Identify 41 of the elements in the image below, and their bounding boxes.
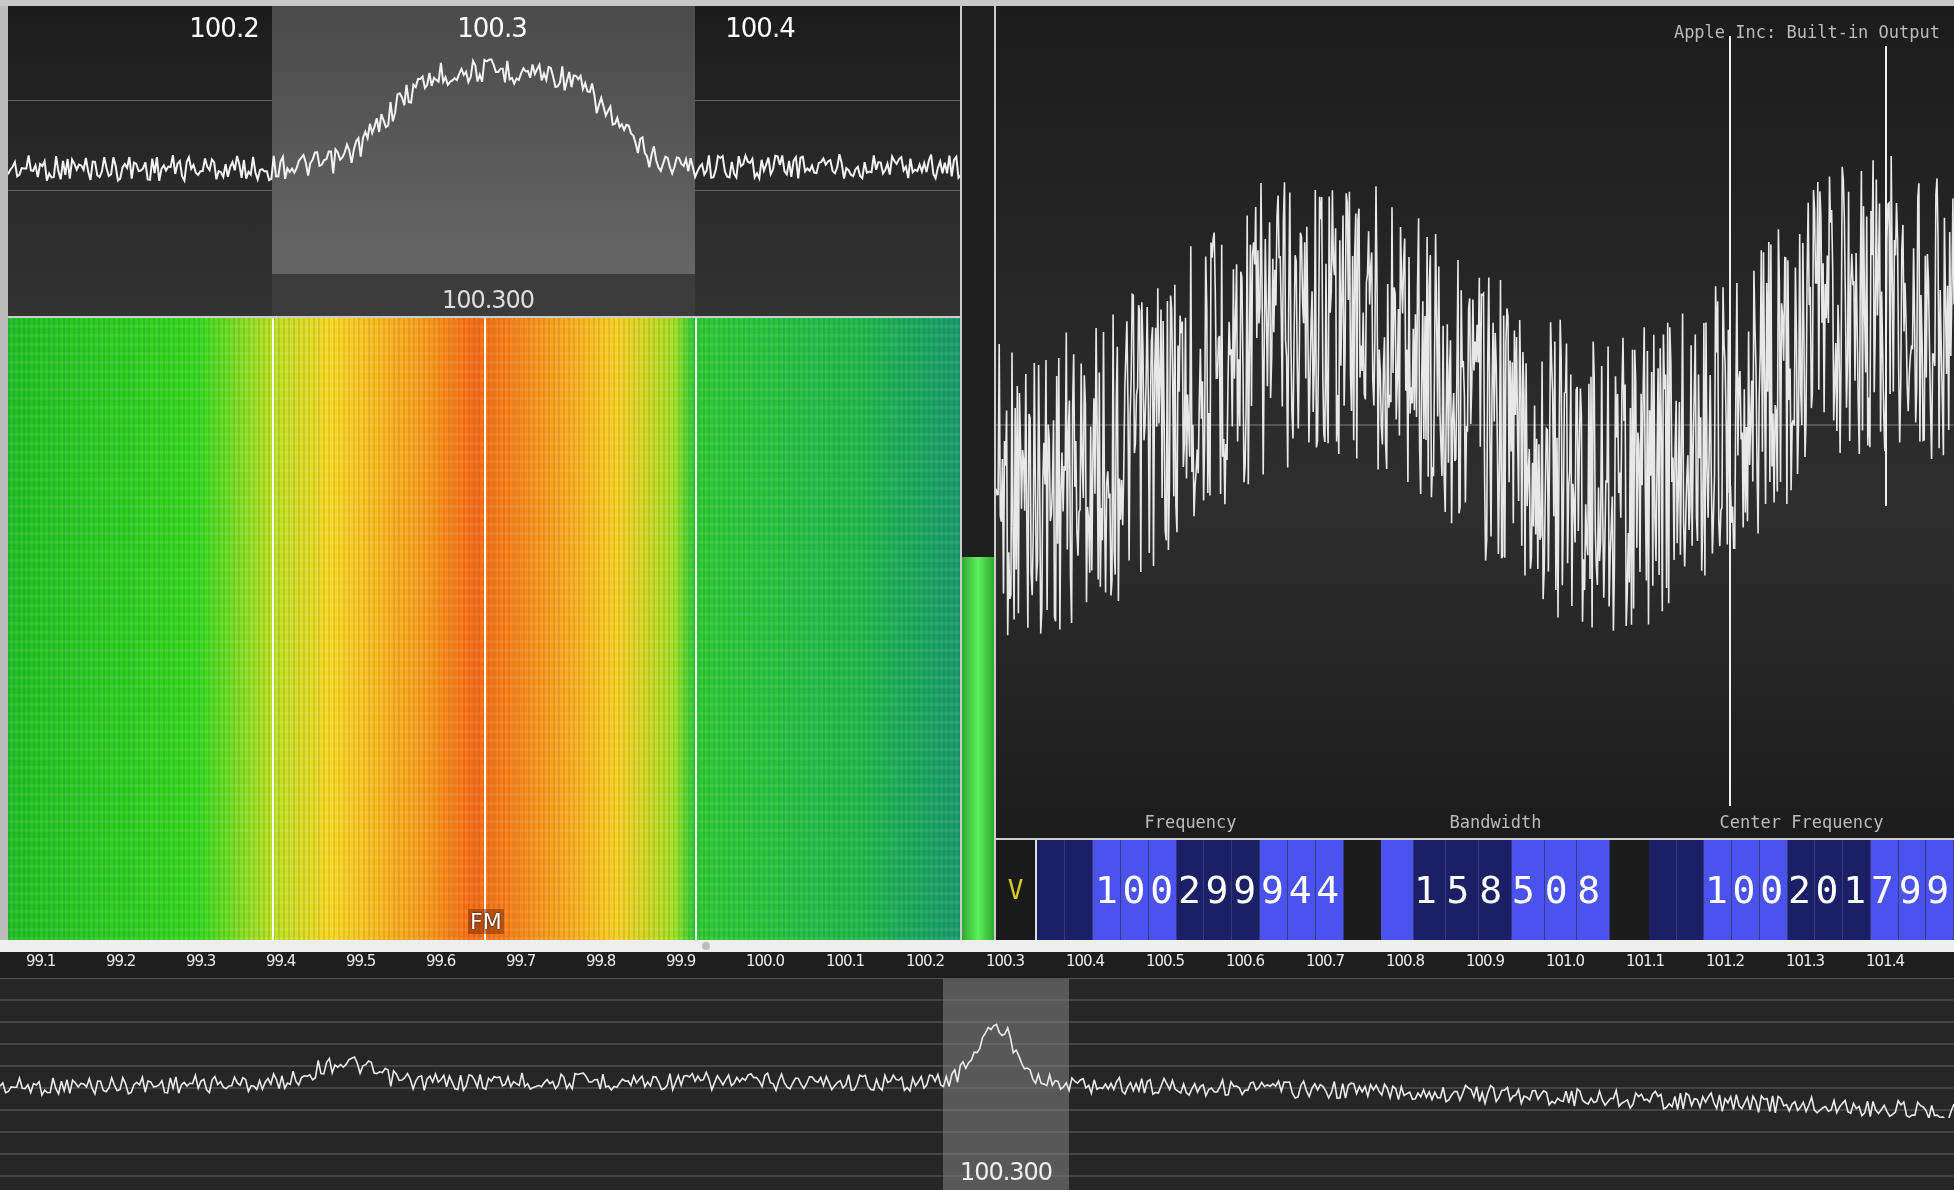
frequency-tick-label: 99.3 xyxy=(186,952,217,972)
frequency-tick-label: 100.8 xyxy=(1386,952,1425,972)
frequency-tick-label: 100.2 xyxy=(906,952,945,972)
frequency-tick-label: 99.5 xyxy=(346,952,377,972)
frequency-tick-label: 101.3 xyxy=(1786,952,1825,972)
frequency-label: 100.2 xyxy=(188,12,260,44)
frequency-tick-label: 99.8 xyxy=(586,952,617,972)
frequency-tick-label: 100.1 xyxy=(826,952,865,972)
frequency-tick-label: 99.1 xyxy=(26,952,57,972)
selection-band[interactable] xyxy=(943,979,1069,1190)
frequency-tick-label: 101.1 xyxy=(1626,952,1665,972)
frequency-tick-label: 100.5 xyxy=(1146,952,1185,972)
frequency-tick-label: 101.0 xyxy=(1546,952,1585,972)
spectrum-panel[interactable]: 100.2 100.3 100.4 100.300 xyxy=(8,6,961,318)
frequency-tick-label: 100.0 xyxy=(746,952,785,972)
center-frequency-label: 100.300 xyxy=(958,1158,1054,1186)
frequency-tick-label: 100.9 xyxy=(1466,952,1505,972)
frequency-tick-label: 101.2 xyxy=(1706,952,1745,972)
readout-caption: Bandwidth xyxy=(1449,812,1542,832)
frequency-tick-label: 100.3 xyxy=(986,952,1025,972)
frequency-tick-label: 99.9 xyxy=(666,952,697,972)
readout-caption: Center Frequency xyxy=(1719,812,1884,832)
frequency-tick-label: 101.4 xyxy=(1866,952,1906,972)
frequency-tick-label: 100.6 xyxy=(1226,952,1265,972)
center-frequency-label: 100.300 xyxy=(440,286,536,314)
frequency-tick-label: 100.4 xyxy=(1066,952,1106,972)
level-meter[interactable] xyxy=(960,6,996,940)
frequency-tick-label: 99.2 xyxy=(106,952,137,972)
waterfall-display[interactable]: FM xyxy=(8,318,961,940)
frequency-tick-label: 99.4 xyxy=(266,952,297,972)
frequency-label: 100.3 xyxy=(456,12,528,44)
mode-label: FM xyxy=(468,909,504,934)
frequency-tick-label: 100.7 xyxy=(1306,952,1345,972)
selection-band[interactable] xyxy=(272,6,695,274)
device-label: Apple Inc: Built-in Output xyxy=(1673,22,1940,42)
frequency-label: 100.4 xyxy=(724,12,796,44)
frequency-tick-label: 99.6 xyxy=(426,952,457,972)
frequency-tick-label: 99.7 xyxy=(506,952,537,972)
scroll-handle[interactable] xyxy=(702,942,710,950)
readout-caption: Frequency xyxy=(1144,812,1237,832)
overview-spectrum[interactable]: 100.300 xyxy=(0,979,1954,1190)
